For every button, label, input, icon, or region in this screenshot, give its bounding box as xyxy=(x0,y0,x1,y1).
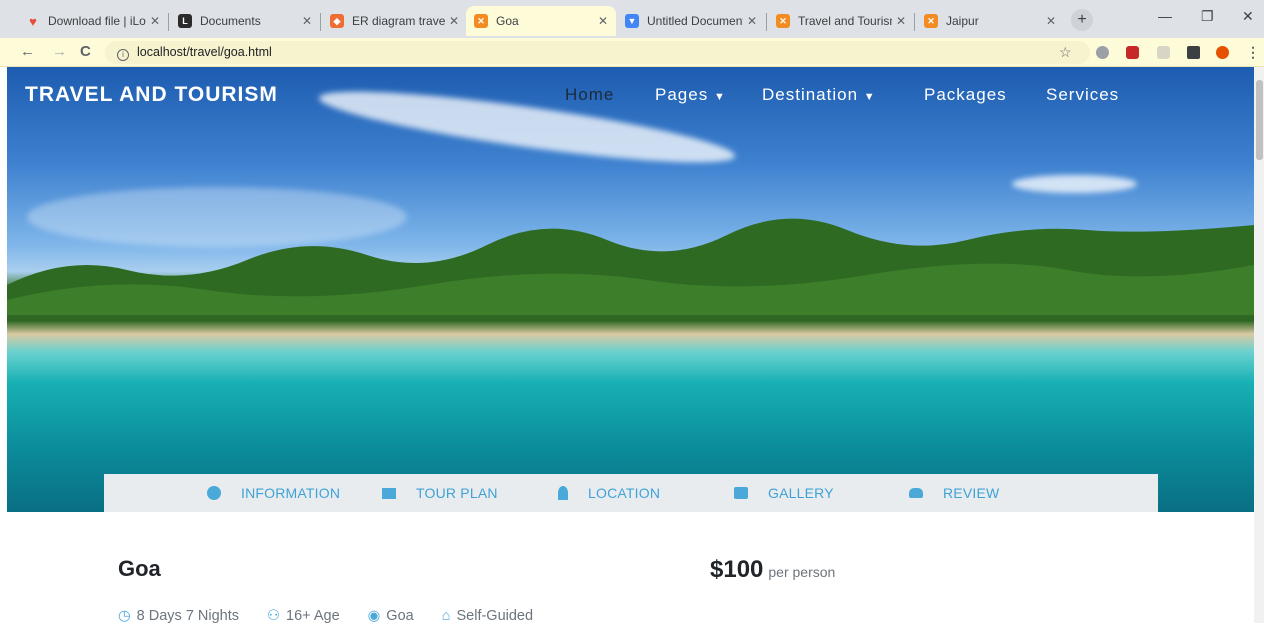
puzzle-extensions-icon[interactable] xyxy=(1187,46,1200,59)
new-tab-button[interactable]: + xyxy=(1071,9,1093,31)
palm-treeline xyxy=(7,218,1254,315)
info-circle-icon xyxy=(207,486,221,500)
diagram-app-icon: ◆ xyxy=(330,14,344,28)
browser-tab-label: Jaipur xyxy=(946,14,979,28)
acrobat-extension-icon[interactable] xyxy=(1157,46,1170,59)
browser-tab-label: Untitled Document xyxy=(647,14,743,28)
caret-down-icon: ▼ xyxy=(713,91,726,103)
red-extension-icon[interactable] xyxy=(1126,46,1139,59)
place-item: ◉ Goa xyxy=(368,608,428,624)
browser-tab-label: ER diagram travel xyxy=(352,14,445,28)
tour-meta: ◷ 8 Days 7 Nights ⚇ 16+ Age ◉ Goa ⌂ Self-Gui… xyxy=(118,608,561,624)
browser-tab-label: Documents xyxy=(200,14,261,28)
image-icon xyxy=(734,487,748,499)
url-text: localhost/travel/goa.html xyxy=(137,45,272,59)
minimize-icon[interactable]: — xyxy=(1158,8,1172,24)
window-close-icon[interactable]: ✕ xyxy=(1242,8,1254,25)
place-text: Goa xyxy=(386,608,414,624)
browser-tab-label: Download file | iLo xyxy=(48,14,146,28)
close-icon[interactable]: ✕ xyxy=(896,14,906,28)
tab-separator xyxy=(320,13,321,31)
bookmark-star-icon[interactable]: ☆ xyxy=(1059,44,1072,61)
tour-title: Goa xyxy=(118,556,161,581)
nav-packages[interactable]: Packages xyxy=(924,85,1007,105)
users-icon: ⚇ xyxy=(267,608,281,624)
cloud xyxy=(1012,175,1137,193)
close-icon[interactable]: ✕ xyxy=(150,14,160,28)
xampp-icon: ✕ xyxy=(776,14,790,28)
map-icon xyxy=(382,487,396,499)
forward-arrow-icon[interactable]: → xyxy=(52,43,67,60)
tab-label: TOUR PLAN xyxy=(416,485,498,501)
reload-icon[interactable]: C xyxy=(80,43,91,60)
scrollbar-thumb[interactable] xyxy=(1256,80,1263,160)
age-item: ⚇ 16+ Age xyxy=(267,608,354,624)
close-icon[interactable]: ✕ xyxy=(747,14,757,28)
tab-label: LOCATION xyxy=(588,485,661,501)
nav-pages[interactable]: Pages ▼ xyxy=(655,85,726,105)
kebab-menu-icon[interactable]: ⋮ xyxy=(1246,44,1260,61)
duration-item: ◷ 8 Days 7 Nights xyxy=(118,608,253,624)
site-brand[interactable]: TRAVEL AND TOURISM xyxy=(25,83,278,107)
browser-tab-documents[interactable]: L Documents ✕ xyxy=(170,6,320,36)
tab-information[interactable]: INFORMATION xyxy=(207,485,340,501)
nav-destination-label: Destination xyxy=(762,85,859,104)
age-text: 16+ Age xyxy=(286,608,340,624)
tab-tour-plan[interactable]: TOUR PLAN xyxy=(382,485,498,501)
detail-tabs: INFORMATION TOUR PLAN LOCATION GALLERY R… xyxy=(104,474,1158,512)
tab-review[interactable]: REVIEW xyxy=(909,485,999,501)
dreamweaver-icon: ▼ xyxy=(625,14,639,28)
nav-home[interactable]: Home xyxy=(565,85,614,105)
guide-icon: ⌂ xyxy=(441,608,451,624)
url-input[interactable]: i localhost/travel/goa.html xyxy=(105,41,1090,64)
xampp-icon: ✕ xyxy=(474,14,488,28)
tab-label: INFORMATION xyxy=(241,485,341,501)
tour-price: $100 per person xyxy=(710,556,835,584)
price-unit: per person xyxy=(768,564,836,580)
browser-tab-er-diagram[interactable]: ◆ ER diagram travel ✕ xyxy=(322,6,467,36)
profile-avatar-icon[interactable] xyxy=(1216,46,1229,59)
tab-separator xyxy=(766,13,767,31)
restore-icon[interactable]: ❐ xyxy=(1201,8,1214,25)
tab-separator xyxy=(914,13,915,31)
browser-tab-label: Travel and Tourism xyxy=(798,14,892,28)
camera-extension-icon[interactable] xyxy=(1096,46,1109,59)
type-item: ⌂ Self-Guided xyxy=(442,608,547,624)
heart-icon: ♥ xyxy=(29,13,37,29)
map-pin-icon: ◉ xyxy=(367,608,381,624)
duration-text: 8 Days 7 Nights xyxy=(136,608,240,624)
type-text: Self-Guided xyxy=(456,608,534,624)
close-icon[interactable]: ✕ xyxy=(598,14,608,28)
nav-pages-label: Pages xyxy=(655,85,709,104)
close-icon[interactable]: ✕ xyxy=(302,14,312,28)
tab-label: GALLERY xyxy=(768,485,834,501)
browser-tab-strip: ♥ Download file | iLo ✕ L Documents ✕ ◆ … xyxy=(0,0,1264,38)
tab-gallery[interactable]: GALLERY xyxy=(734,485,834,501)
browser-tab-goa[interactable]: ✕ Goa ✕ xyxy=(466,6,616,36)
tab-separator xyxy=(168,13,169,31)
xampp-icon: ✕ xyxy=(924,14,938,28)
browser-tab-untitled[interactable]: ▼ Untitled Document ✕ xyxy=(617,6,765,36)
browser-tab-travel[interactable]: ✕ Travel and Tourism ✕ xyxy=(768,6,914,36)
back-arrow-icon[interactable]: ← xyxy=(20,43,35,60)
map-pin-icon xyxy=(558,486,568,500)
hero-banner: TRAVEL AND TOURISM Home Pages ▼ Destinat… xyxy=(7,67,1254,512)
clock-icon: ◷ xyxy=(118,608,131,624)
browser-tab-download[interactable]: ♥ Download file | iLo ✕ xyxy=(18,6,168,36)
document-app-icon: L xyxy=(178,14,192,28)
close-icon[interactable]: ✕ xyxy=(1046,14,1056,28)
address-bar-row: ← → C i localhost/travel/goa.html ☆ ⋮ xyxy=(0,38,1264,67)
nav-services[interactable]: Services xyxy=(1046,85,1119,105)
tab-label: REVIEW xyxy=(943,485,1000,501)
caret-down-icon: ▼ xyxy=(863,91,876,103)
price-value: $100 xyxy=(710,556,764,583)
tab-location[interactable]: LOCATION xyxy=(558,485,660,501)
close-icon[interactable]: ✕ xyxy=(449,14,459,28)
info-icon[interactable]: i xyxy=(117,49,129,61)
users-icon xyxy=(909,488,923,498)
browser-tab-jaipur[interactable]: ✕ Jaipur ✕ xyxy=(916,6,1064,36)
nav-destination[interactable]: Destination ▼ xyxy=(762,85,876,105)
browser-tab-label: Goa xyxy=(496,14,519,28)
